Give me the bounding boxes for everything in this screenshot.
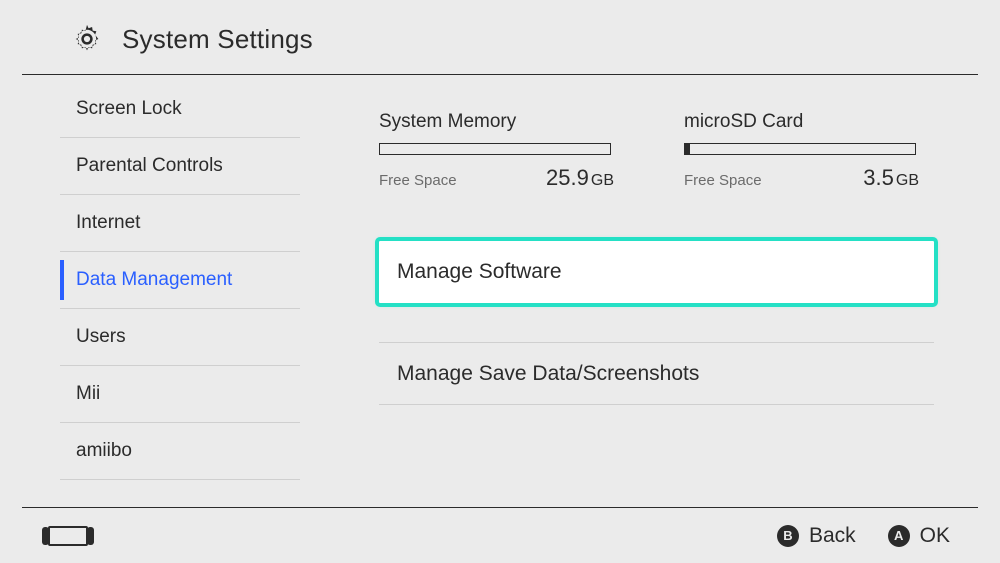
- sidebar-item-label: Screen Lock: [76, 98, 182, 120]
- sidebar-item-label: Parental Controls: [76, 155, 223, 177]
- sidebar-item-amiibo[interactable]: amiibo: [0, 423, 327, 479]
- sidebar-divider: [60, 479, 300, 480]
- footer-left: [42, 526, 94, 546]
- storage-free-row: Free Space 25.9GB: [379, 165, 614, 191]
- sidebar: Screen Lock Parental Controls Internet D…: [0, 75, 327, 514]
- settings-gear-icon: [70, 22, 104, 56]
- storage-free-row: Free Space 3.5GB: [684, 165, 919, 191]
- sidebar-item-screen-lock[interactable]: Screen Lock: [0, 81, 327, 137]
- sidebar-item-users[interactable]: Users: [0, 309, 327, 365]
- storage-bar: [379, 143, 611, 155]
- sidebar-item-label: Data Management: [76, 269, 232, 291]
- storage-bar-fill: [685, 144, 690, 154]
- sidebar-item-label: amiibo: [76, 440, 132, 462]
- footer: B Back A OK: [22, 507, 978, 563]
- sidebar-item-label: Internet: [76, 212, 140, 234]
- storage-row: System Memory Free Space 25.9GB microSD …: [379, 111, 934, 197]
- storage-title: System Memory: [379, 111, 614, 133]
- page-title: System Settings: [122, 24, 313, 55]
- option-label: Manage Save Data/Screenshots: [397, 362, 699, 386]
- free-space-label: Free Space: [684, 172, 762, 189]
- option-manage-software[interactable]: Manage Software: [379, 241, 934, 303]
- sidebar-item-label: Users: [76, 326, 126, 348]
- sidebar-item-parental-controls[interactable]: Parental Controls: [0, 138, 327, 194]
- storage-title: microSD Card: [684, 111, 919, 133]
- storage-bar: [684, 143, 916, 155]
- b-button-icon: B: [777, 525, 799, 547]
- free-space-label: Free Space: [379, 172, 457, 189]
- sidebar-item-internet[interactable]: Internet: [0, 195, 327, 251]
- free-space-value: 3.5GB: [863, 165, 919, 191]
- ok-button-hint[interactable]: A OK: [888, 524, 950, 548]
- main-panel: System Memory Free Space 25.9GB microSD …: [327, 75, 1000, 514]
- back-label: Back: [809, 524, 856, 548]
- sidebar-item-label: Mii: [76, 383, 100, 405]
- a-button-icon: A: [888, 525, 910, 547]
- back-button-hint[interactable]: B Back: [777, 524, 856, 548]
- storage-system-memory: System Memory Free Space 25.9GB: [379, 111, 614, 191]
- free-space-value: 25.9GB: [546, 165, 614, 191]
- ok-label: OK: [920, 524, 950, 548]
- controller-icon: [42, 526, 94, 546]
- spacer: [379, 303, 934, 343]
- body: Screen Lock Parental Controls Internet D…: [0, 75, 1000, 514]
- footer-right: B Back A OK: [777, 524, 950, 548]
- storage-microsd: microSD Card Free Space 3.5GB: [684, 111, 919, 191]
- option-manage-save-data[interactable]: Manage Save Data/Screenshots: [379, 343, 934, 405]
- sidebar-item-mii[interactable]: Mii: [0, 366, 327, 422]
- option-label: Manage Software: [397, 260, 562, 284]
- spacer: [379, 197, 934, 241]
- sidebar-item-data-management[interactable]: Data Management: [0, 252, 327, 308]
- header: System Settings: [22, 0, 978, 75]
